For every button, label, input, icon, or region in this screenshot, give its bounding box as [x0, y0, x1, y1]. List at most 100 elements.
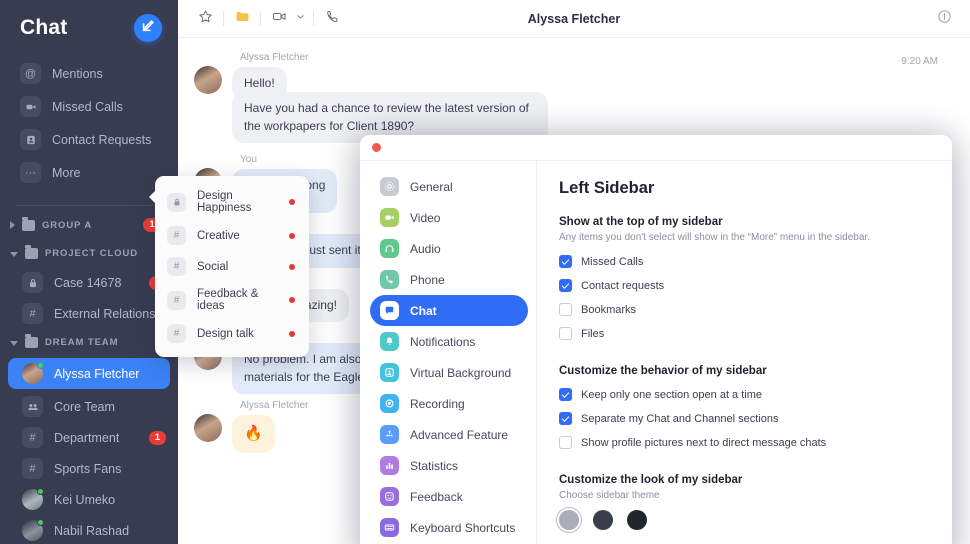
context-menu-item-label: Feedback & ideas [197, 288, 259, 312]
context-menu-item-creative[interactable]: # Creative [155, 220, 309, 251]
unread-dot [289, 232, 295, 239]
checkbox-show-profile-pictures[interactable] [559, 436, 572, 449]
sidebar-channel-sports-fans[interactable]: # Sports Fans [0, 453, 178, 484]
bar-chart-icon [380, 456, 399, 475]
video-camera-icon [380, 208, 399, 227]
sidebar-channel-label: Case 14678 [54, 275, 122, 290]
sidebar-item-missed-calls[interactable]: Missed Calls [0, 90, 178, 123]
checkbox-row-bookmarks[interactable]: Bookmarks [559, 303, 930, 316]
sidebar-channel-case-14678[interactable]: Case 14678 1 [0, 267, 178, 298]
settings-nav-label: Phone [410, 272, 445, 287]
checkbox-row-keep-one-section[interactable]: Keep only one section open at a time [559, 388, 930, 401]
settings-nav-recording[interactable]: Recording [370, 388, 528, 419]
star-button[interactable] [192, 6, 218, 32]
context-menu-item-label: Social [197, 260, 229, 273]
hash-icon: # [167, 257, 186, 276]
sidebar-divider [16, 205, 162, 206]
video-options-button[interactable] [292, 6, 308, 32]
theme-swatch-black[interactable] [627, 510, 647, 530]
sidebar-channel-label: Department [54, 430, 120, 445]
record-circle-icon [380, 394, 399, 413]
checkbox-row-missed-calls[interactable]: Missed Calls [559, 255, 930, 268]
settings-nav-audio[interactable]: Audio [370, 233, 528, 264]
chat-toolbar [192, 6, 345, 32]
headphones-icon [380, 239, 399, 258]
sidebar-item-contact-requests[interactable]: Contact Requests [0, 123, 178, 156]
close-icon[interactable] [372, 143, 381, 152]
settings-nav-label: Statistics [410, 458, 459, 473]
settings-nav-notifications[interactable]: Notifications [370, 326, 528, 357]
hash-icon: # [167, 324, 186, 343]
left-sidebar: Chat @ Mentions Missed Calls Contact Req… [0, 0, 178, 544]
section-title-show-at-top: Show at the top of my sidebar [559, 216, 723, 228]
lock-icon [167, 192, 186, 212]
phone-icon [325, 9, 340, 29]
message-row: Alyssa Fletcher Hello! 9:20 AM [194, 52, 954, 101]
settings-nav-advanced-feature[interactable]: Advanced Feature [370, 419, 528, 450]
sidebar-channel-core-team[interactable]: Core Team [0, 391, 178, 422]
checkbox-files[interactable] [559, 327, 572, 340]
checkbox-row-separate-chat-channel[interactable]: Separate my Chat and Channel sections [559, 412, 930, 425]
section-title-behavior: Customize the behavior of my sidebar [559, 365, 767, 377]
folder-icon [25, 245, 38, 260]
sidebar-group-dream-team[interactable]: DREAM TEAM [0, 329, 178, 356]
sidebar-channel-alyssa-fletcher[interactable]: Alyssa Fletcher [8, 358, 170, 390]
checkbox-row-show-profile-pictures[interactable]: Show profile pictures next to direct mes… [559, 436, 930, 449]
sidebar-channel-external-relations[interactable]: # External Relations [0, 298, 178, 329]
sidebar-channel-department[interactable]: # Department 1 [0, 422, 178, 453]
settings-nav-general[interactable]: General [370, 171, 528, 202]
settings-nav-label: Virtual Background [410, 365, 512, 380]
sidebar-group-group-a[interactable]: GROUP A 17 [0, 210, 178, 240]
settings-window: General Video Audio Phone Chat Notificat… [360, 135, 952, 544]
bell-icon [380, 332, 399, 351]
settings-nav-label: Keyboard Shortcuts [410, 520, 516, 535]
context-menu-item-label: Creative [197, 229, 240, 242]
settings-nav-feedback[interactable]: Feedback [370, 481, 528, 512]
theme-swatch-dark[interactable] [593, 510, 613, 530]
context-menu-item-label: Design talk [197, 327, 254, 340]
message-bubble: Hello! [232, 67, 287, 101]
checkbox-missed-calls[interactable] [559, 255, 572, 268]
sidebar-header: Chat [0, 0, 178, 54]
checkbox-contact-requests[interactable] [559, 279, 572, 292]
sidebar-channel-nabil-rashad[interactable]: Nabil Rashad [0, 515, 178, 544]
sidebar-channel-label: External Relations [54, 306, 156, 321]
folder-button[interactable] [229, 6, 255, 32]
context-menu-item-design-talk[interactable]: # Design talk [155, 318, 309, 349]
checkbox-row-files[interactable]: Files [559, 327, 930, 340]
info-button[interactable] [932, 7, 956, 31]
settings-nav-keyboard-shortcuts[interactable]: Keyboard Shortcuts [370, 512, 528, 543]
sidebar-group-project-cloud[interactable]: PROJECT CLOUD [0, 240, 178, 267]
sidebar-item-label: Missed Calls [52, 99, 123, 114]
checkbox-bookmarks[interactable] [559, 303, 572, 316]
settings-nav-label: Audio [410, 241, 441, 256]
context-menu-item-design-happiness[interactable]: Design Happiness [155, 184, 309, 220]
video-call-button[interactable] [266, 6, 292, 32]
settings-nav-label: Chat [410, 303, 437, 318]
settings-nav-statistics[interactable]: Statistics [370, 450, 528, 481]
context-menu-item-feedback-ideas[interactable]: # Feedback & ideas [155, 282, 309, 318]
context-menu-item-social[interactable]: # Social [155, 251, 309, 282]
settings-panel: Left Sidebar Show at the top of my sideb… [537, 161, 952, 544]
checkbox-keep-one-section[interactable] [559, 388, 572, 401]
checkbox-row-contact-requests[interactable]: Contact requests [559, 279, 930, 292]
settings-nav-phone[interactable]: Phone [370, 264, 528, 295]
sidebar-channel-kei-umeko[interactable]: Kei Umeko [0, 484, 178, 515]
context-menu-item-label: Design Happiness [197, 190, 252, 214]
sidebar-item-mentions[interactable]: @ Mentions [0, 57, 178, 90]
sidebar-item-more[interactable]: ··· More [0, 156, 178, 189]
settings-nav-video[interactable]: Video [370, 202, 528, 233]
settings-nav-label: Advanced Feature [410, 427, 509, 442]
theme-swatch-light[interactable] [559, 510, 579, 530]
compose-button[interactable] [134, 14, 162, 42]
checkbox-separate-chat-channel[interactable] [559, 412, 572, 425]
chat-bubble-icon [380, 301, 399, 320]
phone-call-button[interactable] [319, 6, 345, 32]
checkbox-label: Keep only one section open at a time [581, 388, 763, 401]
settings-nav-virtual-background[interactable]: Virtual Background [370, 357, 528, 388]
unread-dot [289, 297, 295, 303]
settings-nav-chat[interactable]: Chat [370, 295, 528, 326]
hash-icon: # [22, 458, 43, 480]
smiley-icon [380, 487, 399, 506]
settings-nav-label: Recording [410, 396, 465, 411]
